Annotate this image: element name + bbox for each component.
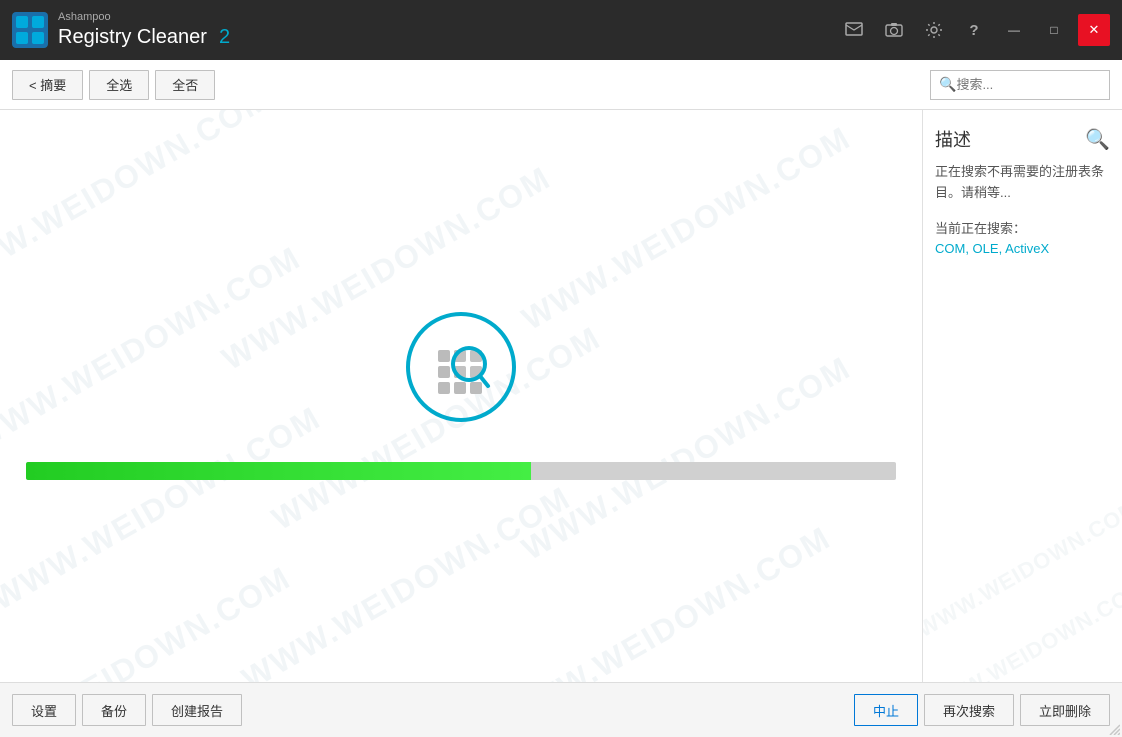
close-button[interactable]: ✕ xyxy=(1078,14,1110,46)
settings-button[interactable] xyxy=(918,14,950,46)
current-search-value: COM, OLE, ActiveX xyxy=(935,241,1110,256)
progress-bar-fill xyxy=(26,462,531,480)
title-controls: ? — □ ✕ xyxy=(838,14,1110,46)
watermark: WWW.WEIDOWN.COM xyxy=(0,559,297,682)
maximize-button[interactable]: □ xyxy=(1038,14,1070,46)
create-report-button[interactable]: 创建报告 xyxy=(152,694,242,726)
watermark: WWW.WEIDOWN.COM xyxy=(516,349,858,568)
watermark: WWW.WEIDOWN.COM xyxy=(0,110,277,298)
watermark: WWW.WEIDOWN.COM xyxy=(516,119,858,338)
help-button[interactable]: ? xyxy=(958,14,990,46)
delete-now-button[interactable]: 立即删除 xyxy=(1020,694,1110,726)
titlebar: Ashampoo Registry Cleaner 2 ? — □ ✕ xyxy=(0,0,1122,60)
watermark: WWW.WEIDOWN.COM xyxy=(0,399,327,618)
bottom-bar: 设置 备份 创建报告 中止 再次搜索 立即删除 xyxy=(0,682,1122,737)
right-panel: WWW.WEIDOWN.COM WWW.WEIDOWN.COM 描述 🔍 正在搜… xyxy=(922,110,1122,682)
watermark: WWW.WEIDOWN.COM xyxy=(922,575,1122,682)
toolbar: < 摘要 全选 全否 🔍 xyxy=(0,60,1122,110)
settings-button[interactable]: 设置 xyxy=(12,694,76,726)
main-content: WWW.WEIDOWN.COM WWW.WEIDOWN.COM WWW.WEID… xyxy=(0,110,1122,682)
description-search-icon: 🔍 xyxy=(1085,127,1110,152)
search-container: 🔍 xyxy=(930,70,1110,100)
app-version: 2 xyxy=(219,26,230,49)
camera-button[interactable] xyxy=(878,14,910,46)
watermark: WWW.WEIDOWN.COM xyxy=(922,495,1122,643)
progress-bar-container xyxy=(26,462,896,480)
message-button[interactable] xyxy=(838,14,870,46)
description-body: 正在搜索不再需要的注册表条目。请稍等... xyxy=(935,162,1110,204)
select-all-button[interactable]: 全选 xyxy=(89,70,149,100)
description-title-text: 描述 xyxy=(935,126,971,152)
scan-circle xyxy=(406,312,516,422)
app-title-container: Ashampoo Registry Cleaner 2 xyxy=(58,11,838,48)
deselect-all-button[interactable]: 全否 xyxy=(155,70,215,100)
app-title: Registry Cleaner xyxy=(58,25,207,49)
description-title: 描述 🔍 xyxy=(935,126,1110,152)
watermark: WWW.WEIDOWN.COM xyxy=(496,519,838,682)
watermark: WWW.WEIDOWN.COM xyxy=(0,239,307,458)
backup-button[interactable]: 备份 xyxy=(82,694,146,726)
minimize-button[interactable]: — xyxy=(998,14,1030,46)
left-panel: WWW.WEIDOWN.COM WWW.WEIDOWN.COM WWW.WEID… xyxy=(0,110,922,682)
resize-handle[interactable] xyxy=(1106,721,1120,735)
scan-animation xyxy=(406,312,516,422)
app-brand: Ashampoo xyxy=(58,11,838,24)
search-again-button[interactable]: 再次搜索 xyxy=(924,694,1014,726)
right-actions: 中止 再次搜索 立即删除 xyxy=(854,694,1110,726)
search-icon: 🔍 xyxy=(939,76,956,93)
search-input[interactable] xyxy=(956,77,1101,92)
help-icon: ? xyxy=(969,22,978,39)
app-logo xyxy=(12,12,48,48)
stop-button[interactable]: 中止 xyxy=(854,694,918,726)
current-search-label: 当前正在搜索： xyxy=(935,218,1110,237)
scan-icon-svg xyxy=(426,332,496,402)
back-button[interactable]: < 摘要 xyxy=(12,70,83,100)
watermark: WWW.WEIDOWN.COM xyxy=(236,479,578,682)
